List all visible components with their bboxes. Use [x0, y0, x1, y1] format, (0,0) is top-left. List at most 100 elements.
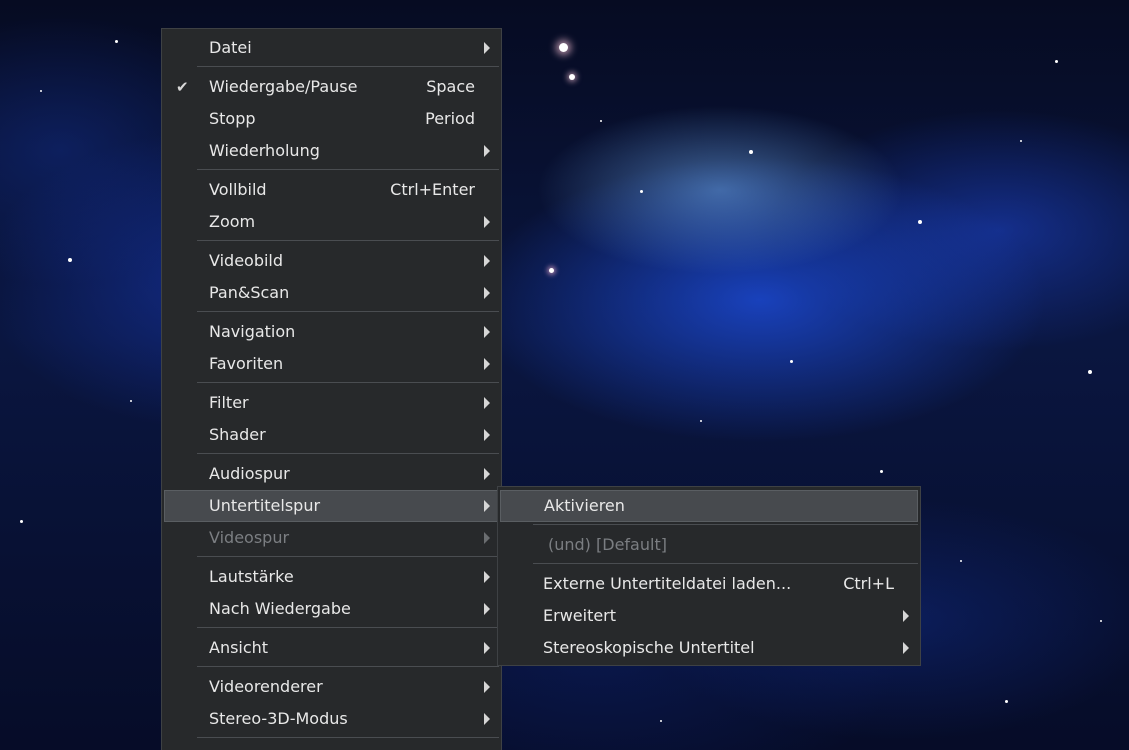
menu-item-stereo-3d-modus[interactable]: Stereo-3D-Modus: [164, 703, 499, 735]
submenu-arrow-icon: [484, 255, 490, 267]
menu-item-audiospur[interactable]: Audiospur: [164, 458, 499, 490]
submenu-arrow-icon: [484, 287, 490, 299]
menu-item-label: Datei: [209, 38, 252, 57]
menu-item-label: Nach Wiedergabe: [209, 599, 351, 618]
menu-item-label: Videospur: [209, 528, 290, 547]
menu-item-navigation[interactable]: Navigation: [164, 316, 499, 348]
menu-separator: [197, 453, 499, 454]
checkmark-icon: ✔: [176, 78, 189, 96]
star: [640, 190, 643, 193]
menu-item-wiederholung[interactable]: Wiederholung: [164, 135, 499, 167]
menu-item-label: Aktivieren: [544, 496, 625, 515]
submenu-arrow-icon: [484, 571, 490, 583]
star: [1088, 370, 1092, 374]
star: [40, 90, 42, 92]
menu-item-nach-wiedergabe[interactable]: Nach Wiedergabe: [164, 593, 499, 625]
menu-item-filter[interactable]: Filter: [164, 387, 499, 419]
submenu-arrow-icon: [484, 358, 490, 370]
submenu-arrow-icon: [484, 681, 490, 693]
menu-separator: [197, 666, 499, 667]
star: [880, 470, 883, 473]
submenu-arrow-icon: [484, 500, 490, 512]
submenu-arrow-icon: [484, 42, 490, 54]
menu-item-label: Wiederholung: [209, 141, 320, 160]
menu-item-label: Stereo-3D-Modus: [209, 709, 348, 728]
menu-item-untertitelspur[interactable]: Untertitelspur: [164, 490, 499, 522]
submenu-item-aktivieren[interactable]: Aktivieren: [500, 490, 918, 522]
menu-item-label: Stereoskopische Untertitel: [543, 638, 755, 657]
star: [600, 120, 602, 122]
star: [1055, 60, 1058, 63]
menu-item-label: Videobild: [209, 251, 284, 270]
star: [918, 220, 922, 224]
menu-item-label: Untertitelspur: [209, 496, 321, 515]
menu-item-videorenderer[interactable]: Videorenderer: [164, 671, 499, 703]
menu-item-videobild[interactable]: Videobild: [164, 245, 499, 277]
menu-item-favoriten[interactable]: Favoriten: [164, 348, 499, 380]
menu-separator: [197, 737, 499, 738]
menu-item-label: Zoom: [209, 212, 256, 231]
menu-separator: [197, 240, 499, 241]
menu-item-videospur: Videospur: [164, 522, 499, 554]
menu-separator: [533, 524, 918, 525]
menu-item-label: (und) [Default]: [548, 535, 667, 554]
submenu-arrow-icon: [484, 468, 490, 480]
submenu-item-erweitert[interactable]: Erweitert: [500, 600, 918, 632]
menu-item-label: Erweitert: [543, 606, 617, 625]
menu-item-shortcut: Space: [426, 77, 475, 96]
menu-item-vollbild[interactable]: Vollbild Ctrl+Enter: [164, 174, 499, 206]
menu-item-label: Vollbild: [209, 180, 267, 199]
star: [20, 520, 23, 523]
star: [1100, 620, 1102, 622]
menu-item-shortcut: Ctrl+Enter: [390, 180, 475, 199]
submenu-arrow-icon: [484, 429, 490, 441]
star: [1005, 700, 1008, 703]
menu-item-label: Filter: [209, 393, 249, 412]
star: [549, 268, 554, 273]
submenu-item-load-external-subtitle[interactable]: Externe Untertiteldatei laden... Ctrl+L: [500, 568, 918, 600]
menu-item-label: Wiedergabe/Pause: [209, 77, 358, 96]
menu-item-label: Lautstärke: [209, 567, 294, 586]
menu-item-label: Ansicht: [209, 638, 269, 657]
subtitle-track-submenu: Aktivieren (und) [Default] Externe Unter…: [497, 486, 921, 666]
menu-item-label: Navigation: [209, 322, 296, 341]
star: [960, 560, 962, 562]
menu-item-lautstaerke[interactable]: Lautstärke: [164, 561, 499, 593]
menu-separator: [197, 169, 499, 170]
menu-item-zoom[interactable]: Zoom: [164, 206, 499, 238]
menu-separator: [197, 311, 499, 312]
menu-separator: [197, 382, 499, 383]
menu-separator: [197, 627, 499, 628]
menu-item-label: Externe Untertiteldatei laden...: [543, 574, 792, 593]
submenu-arrow-icon: [903, 610, 909, 622]
submenu-arrow-icon: [484, 216, 490, 228]
menu-item-label: Stopp: [209, 109, 256, 128]
menu-item-label: Pan&Scan: [209, 283, 290, 302]
menu-item-label: Videorenderer: [209, 677, 323, 696]
menu-item-ansicht[interactable]: Ansicht: [164, 632, 499, 664]
menu-item-stopp[interactable]: Stopp Period: [164, 103, 499, 135]
star: [749, 150, 753, 154]
star: [700, 420, 702, 422]
star: [115, 40, 118, 43]
menu-item-label: Favoriten: [209, 354, 284, 373]
submenu-item-stereoscopic-subtitles[interactable]: Stereoskopische Untertitel: [500, 632, 918, 664]
star: [559, 43, 568, 52]
menu-separator: [197, 66, 499, 67]
menu-item-label: Shader: [209, 425, 266, 444]
menu-separator: [197, 556, 499, 557]
menu-item-label: Audiospur: [209, 464, 290, 483]
submenu-item-default-track: (und) [Default]: [500, 529, 918, 561]
submenu-arrow-icon: [484, 713, 490, 725]
context-menu: Datei ✔ Wiedergabe/Pause Space Stopp Per…: [161, 28, 502, 750]
star: [68, 258, 72, 262]
menu-item-wiedergabe-pause[interactable]: ✔ Wiedergabe/Pause Space: [164, 71, 499, 103]
menu-item-pan-scan[interactable]: Pan&Scan: [164, 277, 499, 309]
menu-item-datei[interactable]: Datei: [164, 32, 499, 64]
star: [569, 74, 575, 80]
submenu-arrow-icon: [484, 326, 490, 338]
menu-item-shortcut: Ctrl+L: [843, 574, 894, 593]
menu-item-shader[interactable]: Shader: [164, 419, 499, 451]
menu-separator: [533, 563, 918, 564]
submenu-arrow-icon: [903, 642, 909, 654]
